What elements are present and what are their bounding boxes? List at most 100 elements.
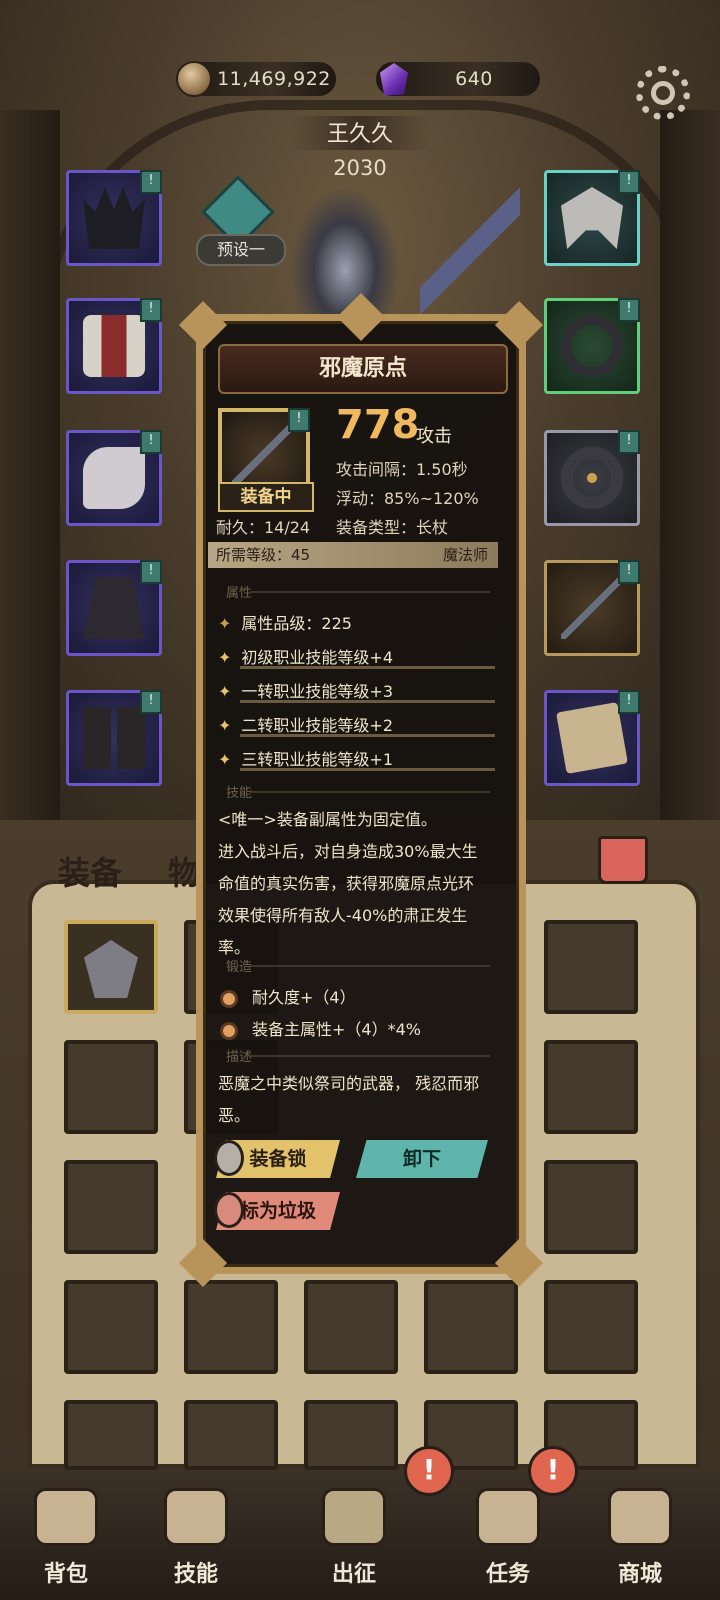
section-label: 描述	[226, 1050, 253, 1065]
bag-slot[interactable]	[64, 1160, 158, 1254]
slot-offhand[interactable]: !	[544, 690, 640, 786]
requirement-bar: 所需等级：45 魔法师	[208, 542, 498, 568]
nav-label: 商城	[617, 1562, 662, 1587]
expedition-alert-icon: !	[404, 1446, 454, 1496]
unequip-button[interactable]: 卸下	[356, 1140, 488, 1178]
item-tooltip: 邪魔原点 ! 装备中 耐久：14/24 778 攻击 攻击间隔：1.50秒 浮动…	[178, 292, 544, 1288]
gem-counter[interactable]: 640	[376, 62, 540, 96]
gold-value: 11,469,922	[217, 68, 331, 90]
attribute-text: 二转职业技能等级+2	[241, 716, 393, 735]
bag-slot[interactable]	[424, 1280, 518, 1374]
attack-interval: 攻击间隔：1.50秒	[336, 460, 468, 479]
background-pillar-right	[660, 110, 720, 830]
slot-chest[interactable]: !	[66, 298, 162, 394]
divider	[250, 965, 490, 967]
player-name: 王久久	[290, 116, 430, 150]
attribute-row: ✦ 二转职业技能等级+2	[218, 712, 393, 736]
nav-shop[interactable]: 商城	[590, 1488, 690, 1592]
bag-slot[interactable]	[184, 1280, 278, 1374]
shop-icon	[608, 1488, 672, 1546]
nav-skills[interactable]: 技能	[146, 1488, 246, 1592]
bag-slot[interactable]	[304, 1280, 398, 1374]
bag-slot[interactable]	[544, 1040, 638, 1134]
bag-slot[interactable]	[304, 1400, 398, 1470]
bag-slot-amulet[interactable]	[64, 920, 158, 1014]
equip-type: 装备类型：长杖	[336, 518, 449, 537]
gold-counter[interactable]: 11,469,922	[176, 61, 336, 97]
forge-dot-icon	[220, 989, 238, 1008]
slot-gloves[interactable]: !	[66, 430, 162, 526]
settings-gear-icon[interactable]	[636, 66, 690, 120]
scroll-icon	[476, 1488, 540, 1546]
equipped-label: 装备中	[218, 482, 314, 512]
nav-label: 背包	[43, 1562, 88, 1587]
star-ring-icon	[561, 447, 623, 509]
sword-icon	[322, 1488, 386, 1546]
attribute-tier-text: 属性品级：225	[241, 614, 352, 633]
nav-backpack[interactable]: 背包	[16, 1488, 116, 1592]
divider	[250, 591, 490, 593]
required-level: 所需等级：45	[216, 546, 311, 564]
star-icon: ✦	[218, 682, 232, 701]
attribute-text: 三转职业技能等级+1	[241, 750, 393, 769]
ring-icon	[561, 315, 623, 377]
lotus-icon: ✦	[218, 614, 232, 633]
tab-equipment[interactable]: 装备	[58, 848, 122, 894]
nav-quests[interactable]: 任务	[458, 1488, 558, 1592]
preset-button[interactable]: 预设一	[196, 234, 286, 266]
slot-boots[interactable]: !	[66, 690, 162, 786]
attribute-row: ✦ 一转职业技能等级+3	[218, 678, 393, 702]
nav-label: 任务	[485, 1562, 530, 1587]
upgrade-badge: !	[618, 430, 640, 454]
section-skill: 技能	[210, 782, 500, 802]
background-pillar-left	[0, 110, 60, 830]
coin-icon	[176, 61, 212, 97]
nav-label: 出征	[331, 1562, 376, 1587]
damage-fluctuation: 浮动：85%~120%	[336, 489, 479, 508]
upgrade-badge: !	[140, 170, 162, 194]
durability-text: 耐久：14/24	[216, 518, 311, 537]
bag-slot[interactable]	[544, 920, 638, 1014]
attribute-row: ✦ 初级职业技能等级+4	[218, 644, 393, 668]
boots-icon	[83, 707, 145, 769]
skillbook-icon	[164, 1488, 228, 1546]
bag-slot[interactable]	[544, 1280, 638, 1374]
divider	[250, 1055, 490, 1057]
player-power: 2030	[333, 156, 387, 180]
slot-weapon[interactable]: !	[544, 560, 640, 656]
nav-expedition[interactable]: 出征	[304, 1488, 404, 1592]
skirt-icon	[83, 577, 145, 639]
trash-icon[interactable]	[598, 836, 648, 884]
quest-alert-icon: !	[528, 1446, 578, 1496]
item-description: 恶魔之中类似祭司的武器， 残忍而邪 恶。	[218, 1068, 508, 1132]
character-portrait	[290, 186, 400, 326]
forge-text: 装备主属性+（4）*4%	[252, 1020, 421, 1039]
slot-ring-2[interactable]: !	[544, 430, 640, 526]
slot-legs[interactable]: !	[66, 560, 162, 656]
gem-value: 640	[455, 68, 493, 90]
junk-tag-icon	[214, 1192, 244, 1228]
slot-helmet[interactable]: !	[544, 170, 640, 266]
upgrade-badge: !	[140, 560, 162, 584]
star-icon: ✦	[218, 648, 232, 667]
skill-line: 进入战斗后，对自身造成30%最大生	[218, 842, 478, 861]
bag-slot[interactable]	[184, 1400, 278, 1470]
slot-head[interactable]: !	[66, 170, 162, 266]
bag-slot[interactable]	[64, 1040, 158, 1134]
star-icon: ✦	[218, 716, 232, 735]
attribute-text: 一转职业技能等级+3	[241, 682, 393, 701]
divider	[250, 791, 490, 793]
skill-description: <唯一>装备副属性为固定值。 进入战斗后，对自身造成30%最大生 命值的真实伤害…	[218, 804, 508, 964]
bag-slot[interactable]	[544, 1160, 638, 1254]
attribute-row: ✦ 三转职业技能等级+1	[218, 746, 393, 770]
attack-value: 778	[336, 402, 420, 448]
lock-icon	[214, 1140, 244, 1176]
forge-row: 耐久度+（4）	[220, 984, 356, 1008]
bag-slot[interactable]	[64, 1280, 158, 1374]
section-label: 技能	[226, 786, 253, 801]
attribute-bar	[240, 700, 495, 703]
bag-slot[interactable]	[64, 1400, 158, 1470]
slot-ring-1[interactable]: !	[544, 298, 640, 394]
upgrade-badge: !	[140, 298, 162, 322]
star-icon: ✦	[218, 750, 232, 769]
